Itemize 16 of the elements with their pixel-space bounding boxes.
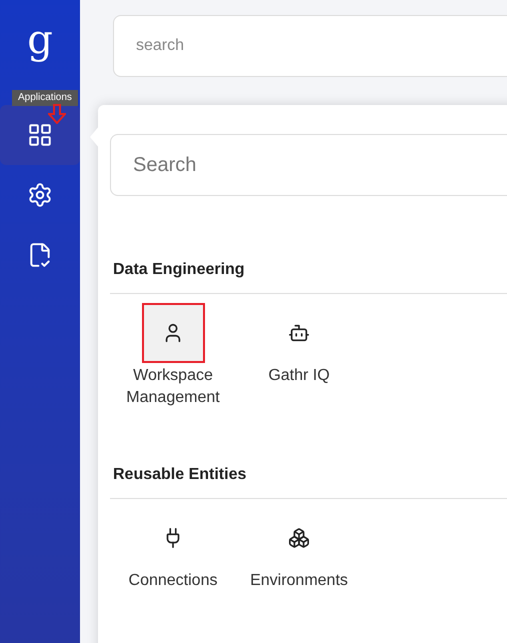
search-field[interactable]: search <box>113 15 507 77</box>
tooltip: Applications <box>12 90 78 106</box>
search-field[interactable]: Search <box>110 134 507 196</box>
app-tile[interactable]: Workspace Management <box>120 303 226 409</box>
section-heading: Data Engineering <box>112 260 246 280</box>
app-tile[interactable]: Environments <box>246 508 352 592</box>
app-tile[interactable]: Connections <box>120 508 226 592</box>
app-tile[interactable]: Gathr IQ <box>246 303 352 409</box>
sidebar-item[interactable] <box>0 105 80 165</box>
apps-grid-icon <box>27 122 53 148</box>
logo: g <box>27 20 53 65</box>
boxes-icon <box>288 527 310 549</box>
section-heading: Reusable Entities <box>112 465 248 485</box>
robot-icon <box>288 322 310 344</box>
arrow-annotation-icon <box>48 104 66 124</box>
settings-icon <box>27 182 53 208</box>
